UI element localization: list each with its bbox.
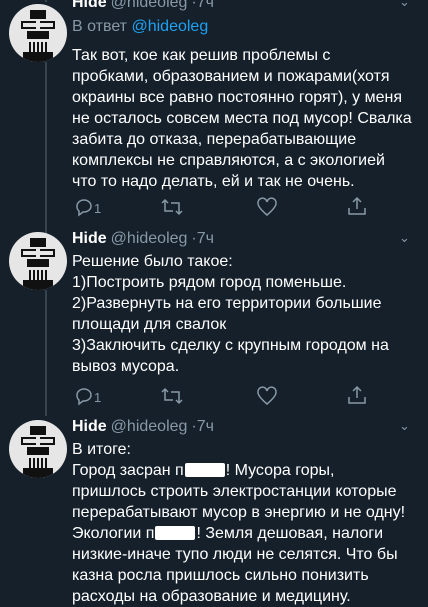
censor-bar bbox=[155, 526, 196, 540]
author-name[interactable]: Hide bbox=[72, 230, 107, 247]
reply-count: 1 bbox=[94, 390, 102, 405]
text-fragment: ! Земля дешовая, налоги bbox=[196, 525, 384, 542]
avatar[interactable] bbox=[9, 4, 67, 62]
tweet-text-line: забита до отказа, перерабатывающие bbox=[72, 131, 357, 148]
tweet-text-line: 3)Заключить сделку с крупным городом на bbox=[72, 337, 389, 354]
tweet-text-line: 1)Построить рядом город поменьше. bbox=[72, 274, 347, 291]
like-icon bbox=[257, 386, 277, 405]
tweet-text: Так вот, кое как решив проблемы с пробка… bbox=[72, 45, 422, 192]
tweet-text-line: В итоге: bbox=[72, 441, 131, 458]
tweet-text: Решение было такое: 1)Построить рядом го… bbox=[72, 251, 422, 377]
thread-line bbox=[45, 290, 47, 416]
tweet-header: Hide @hideoleg ·7ч bbox=[72, 418, 214, 436]
tweet-text: В итоге: Город засран п ! Мусора горы, пр… bbox=[72, 439, 422, 607]
tweet-time[interactable]: 7ч bbox=[197, 418, 214, 435]
chevron-down-icon[interactable]: ⌄ bbox=[399, 0, 410, 10]
text-fragment: Город засран п bbox=[72, 462, 184, 479]
tweet-text-line: что то надо делать, ей и так не очень. bbox=[72, 173, 355, 190]
tweet-text-line: казна росла пришлось сильно понизить bbox=[72, 567, 369, 584]
text-fragment: Экологии п bbox=[72, 525, 155, 542]
share-icon bbox=[348, 196, 366, 215]
retweet-icon bbox=[161, 387, 183, 405]
share-button[interactable] bbox=[346, 195, 368, 217]
chevron-down-icon[interactable]: ⌄ bbox=[399, 230, 410, 246]
like-button[interactable] bbox=[256, 386, 278, 408]
author-handle[interactable]: @hideoleg bbox=[111, 418, 188, 435]
share-icon bbox=[348, 385, 366, 404]
tweet-text-line: комплексы не справляются, а с экологией bbox=[72, 152, 385, 169]
tweet-text-line: Город засран п ! Мусора горы, bbox=[72, 460, 422, 481]
tweet-header: Hide @hideoleg ·7ч bbox=[72, 0, 214, 12]
tweet-text-line: Экологии п ! Земля дешовая, налоги bbox=[72, 523, 422, 544]
reply-icon bbox=[76, 388, 92, 406]
chevron-down-icon[interactable]: ⌄ bbox=[399, 418, 410, 434]
thread-line bbox=[45, 62, 47, 234]
author-name[interactable]: Hide bbox=[72, 0, 107, 11]
retweet-button[interactable] bbox=[160, 386, 184, 408]
tweet-text-line: пробками, образованием и пожарами(хотя bbox=[72, 68, 390, 85]
tweet-header: Hide @hideoleg ·7ч bbox=[72, 230, 214, 248]
tweet-text-line: Так вот, кое как решив проблемы с bbox=[72, 47, 331, 64]
author-handle[interactable]: @hideoleg bbox=[111, 0, 188, 11]
tweet-time[interactable]: 7ч bbox=[197, 0, 214, 11]
tweet-text-line: окраины все равно постоянно горят), у ме… bbox=[72, 89, 402, 106]
reply-count: 1 bbox=[94, 201, 102, 216]
like-button[interactable] bbox=[256, 197, 278, 219]
reply-context: В ответ @hideoleg bbox=[72, 18, 208, 36]
tweet-text-line: площади для свалок bbox=[72, 316, 227, 333]
like-icon bbox=[257, 197, 277, 216]
tweet-text-line: перерабатывают мусор в энергию и не одну… bbox=[72, 504, 406, 521]
tweet-text-line: 2)Развернуть на его территории большие bbox=[72, 295, 382, 312]
tweet-time[interactable]: 7ч bbox=[197, 230, 214, 247]
thread-line bbox=[45, 0, 47, 2]
tweet-text-line: не осталось совсем места под мусор! Свал… bbox=[72, 110, 412, 127]
tweet-text-line: Решение было такое: bbox=[72, 253, 233, 270]
tweet-text-line: пришлось строить электростанции которые bbox=[72, 483, 397, 500]
reply-icon bbox=[76, 199, 92, 217]
tweet-text-line: вывоз мусора. bbox=[72, 358, 180, 375]
avatar[interactable] bbox=[9, 232, 67, 290]
censor-bar bbox=[184, 463, 225, 477]
reply-mention-link[interactable]: @hideoleg bbox=[131, 18, 208, 35]
reply-button[interactable]: 1 bbox=[74, 197, 114, 219]
reply-button[interactable]: 1 bbox=[74, 386, 114, 408]
retweet-button[interactable] bbox=[160, 197, 184, 219]
author-name[interactable]: Hide bbox=[72, 418, 107, 435]
tweet-text-line: низкие-иначе тупо люди не селятся. Что б… bbox=[72, 546, 398, 563]
avatar[interactable] bbox=[9, 420, 67, 478]
share-button[interactable] bbox=[346, 384, 368, 406]
retweet-icon bbox=[161, 198, 183, 216]
text-fragment: ! Мусора горы, bbox=[225, 462, 335, 479]
reply-prefix: В ответ bbox=[72, 18, 128, 35]
author-handle[interactable]: @hideoleg bbox=[111, 230, 188, 247]
